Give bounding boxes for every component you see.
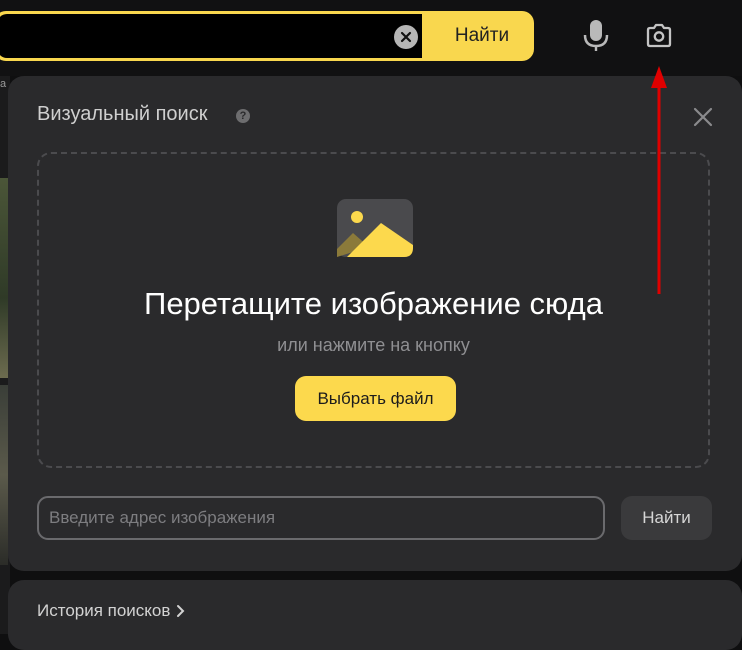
- microphone-icon: [583, 20, 609, 51]
- background-text-fragment: a: [0, 78, 7, 90]
- visual-search-panel: Визуальный поиск ? Перетащите изображени…: [8, 76, 742, 571]
- background-image-thumbnail: [0, 385, 8, 565]
- image-dropzone[interactable]: Перетащите изображение сюда или нажмите …: [37, 152, 710, 468]
- search-history-label: История поисков: [37, 601, 171, 620]
- image-icon: [337, 199, 413, 257]
- search-history-link[interactable]: История поисков: [37, 601, 185, 621]
- choose-file-button[interactable]: Выбрать файл: [295, 376, 456, 421]
- annotation-arrow-icon: [651, 66, 667, 294]
- chevron-right-icon: [177, 605, 185, 617]
- voice-search-button[interactable]: [583, 19, 609, 53]
- camera-icon: [646, 23, 672, 48]
- dropzone-title: Перетащите изображение сюда: [144, 286, 603, 321]
- search-input[interactable]: [0, 14, 422, 58]
- url-search-button[interactable]: Найти: [621, 496, 712, 540]
- search-submit-button[interactable]: Найти: [430, 11, 534, 61]
- visual-search-button[interactable]: [644, 21, 674, 51]
- clear-search-button[interactable]: [394, 25, 418, 49]
- close-panel-button[interactable]: [692, 106, 714, 128]
- question-icon[interactable]: ?: [236, 109, 250, 123]
- panel-title: Визуальный поиск: [37, 103, 208, 125]
- image-url-input[interactable]: [37, 496, 605, 540]
- background-image-thumbnail: [0, 178, 8, 378]
- close-icon: [693, 107, 713, 127]
- dropzone-subtitle: или нажмите на кнопку: [277, 335, 470, 355]
- search-history-panel: История поисков: [8, 580, 742, 650]
- close-icon: [400, 31, 412, 43]
